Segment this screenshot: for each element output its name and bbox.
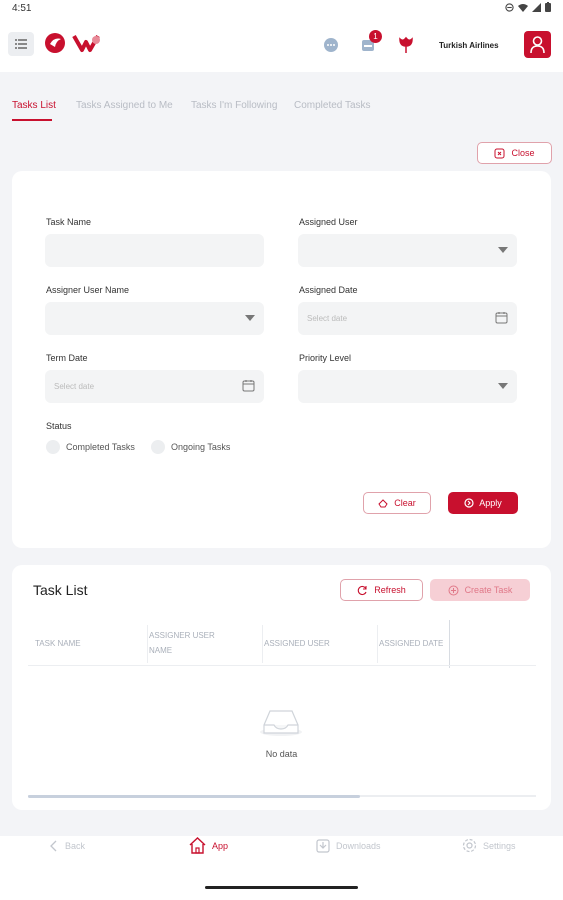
column-separator bbox=[147, 625, 148, 663]
status-completed-option[interactable]: Completed Tasks bbox=[46, 440, 135, 454]
status-completed-label: Completed Tasks bbox=[66, 442, 135, 452]
turkish-airlines-logo bbox=[45, 33, 65, 53]
empty-inbox-icon bbox=[260, 710, 302, 736]
assigned-date-label: Assigned Date bbox=[299, 285, 358, 295]
refresh-label: Refresh bbox=[374, 585, 406, 595]
column-header[interactable]: ASSIGNED USER bbox=[264, 636, 330, 651]
assigned-date-picker[interactable]: Select date bbox=[298, 302, 517, 335]
task-tabs: Tasks List Tasks Assigned to Me Tasks I'… bbox=[0, 100, 563, 124]
term-date-label: Term Date bbox=[46, 353, 88, 363]
system-icons bbox=[505, 2, 551, 12]
tab-assigned-to-me[interactable]: Tasks Assigned to Me bbox=[76, 100, 173, 111]
tab-following[interactable]: Tasks I'm Following bbox=[191, 100, 277, 111]
nav-downloads-label: Downloads bbox=[336, 840, 381, 851]
status-time: 4:51 bbox=[12, 3, 32, 14]
task-list-panel: Task List Refresh Create Task TASK NAME … bbox=[12, 565, 551, 810]
tulip-icon[interactable] bbox=[396, 35, 416, 55]
menu-button[interactable] bbox=[8, 32, 34, 56]
term-date-picker[interactable]: Select date bbox=[45, 370, 264, 403]
create-task-label: Create Task bbox=[464, 585, 513, 595]
chevron-down-icon bbox=[498, 247, 508, 253]
wifi-icon bbox=[518, 3, 528, 12]
nav-app[interactable]: App bbox=[189, 837, 228, 854]
close-filter-button[interactable]: Close bbox=[477, 142, 552, 164]
tab-completed[interactable]: Completed Tasks bbox=[294, 100, 371, 111]
notification-badge: 1 bbox=[369, 30, 382, 43]
nav-back[interactable]: Back bbox=[49, 840, 85, 852]
battery-icon bbox=[545, 2, 551, 12]
app-logo bbox=[72, 35, 100, 52]
refresh-icon bbox=[357, 585, 367, 595]
menu-icon bbox=[15, 39, 27, 49]
column-header[interactable]: TASK NAME bbox=[35, 636, 81, 651]
close-filter-icon bbox=[494, 148, 505, 158]
nav-downloads[interactable]: Downloads bbox=[316, 838, 381, 853]
column-separator bbox=[449, 620, 450, 668]
column-header[interactable]: ASSIGNED DATE bbox=[379, 636, 451, 651]
apply-icon bbox=[464, 498, 474, 508]
assigned-date-placeholder: Select date bbox=[307, 314, 348, 323]
apply-label: Apply bbox=[479, 498, 502, 508]
nav-settings[interactable]: Settings bbox=[462, 838, 516, 853]
empty-state-text: No data bbox=[265, 749, 298, 759]
status-ongoing-option[interactable]: Ongoing Tasks bbox=[151, 440, 230, 454]
tab-tasks-list[interactable]: Tasks List bbox=[12, 100, 56, 111]
nav-settings-label: Settings bbox=[483, 840, 516, 851]
table-header-divider bbox=[28, 665, 536, 666]
term-date-placeholder: Select date bbox=[54, 382, 95, 391]
signal-icon bbox=[532, 2, 541, 12]
nav-app-label: App bbox=[212, 840, 229, 851]
horizontal-scrollbar-thumb[interactable] bbox=[28, 795, 360, 798]
priority-level-label: Priority Level bbox=[299, 353, 352, 363]
download-icon bbox=[316, 839, 330, 853]
nav-back-label: Back bbox=[65, 841, 86, 851]
gear-icon bbox=[462, 838, 477, 853]
create-task-button[interactable]: Create Task bbox=[430, 579, 530, 601]
plus-circle-icon bbox=[448, 585, 459, 595]
dnd-icon bbox=[505, 2, 514, 12]
task-list-title: Task List bbox=[33, 582, 88, 598]
chat-icon[interactable] bbox=[321, 35, 341, 55]
bottom-navigation: Back App Downloads Settings bbox=[0, 836, 563, 900]
column-separator bbox=[262, 625, 263, 663]
clear-button[interactable]: Clear bbox=[363, 492, 431, 514]
calendar-icon bbox=[495, 312, 508, 324]
user-icon bbox=[530, 36, 545, 53]
task-name-label: Task Name bbox=[46, 217, 92, 227]
apply-button[interactable]: Apply bbox=[448, 492, 518, 514]
calendar-icon bbox=[242, 380, 255, 392]
assigner-user-name-label: Assigner User Name bbox=[46, 285, 130, 295]
company-name: Turkish Airlines bbox=[439, 41, 499, 50]
chevron-down-icon bbox=[498, 383, 508, 389]
assigned-user-label: Assigned User bbox=[299, 217, 358, 227]
assigner-user-name-select[interactable] bbox=[45, 302, 264, 335]
status-bar: 4:51 bbox=[0, 0, 563, 18]
chevron-down-icon bbox=[245, 315, 255, 321]
task-name-input[interactable] bbox=[45, 234, 264, 267]
chevron-left-icon bbox=[50, 840, 57, 852]
radio-button[interactable] bbox=[46, 440, 60, 454]
filter-panel: Task Name Assigned User Assigner User Na… bbox=[12, 171, 551, 548]
status-label: Status bbox=[46, 421, 72, 431]
home-icon bbox=[189, 837, 206, 854]
eraser-icon bbox=[378, 499, 388, 508]
home-indicator[interactable] bbox=[205, 886, 358, 889]
status-ongoing-label: Ongoing Tasks bbox=[171, 442, 231, 452]
refresh-button[interactable]: Refresh bbox=[340, 579, 423, 601]
assigned-user-select[interactable] bbox=[298, 234, 517, 267]
column-header[interactable]: ASSIGNER USER NAME bbox=[149, 628, 239, 658]
priority-level-select[interactable] bbox=[298, 370, 517, 403]
radio-button[interactable] bbox=[151, 440, 165, 454]
clear-label: Clear bbox=[394, 498, 416, 508]
active-tab-indicator bbox=[12, 119, 52, 121]
profile-button[interactable] bbox=[524, 31, 551, 58]
close-label: Close bbox=[511, 148, 535, 158]
top-bar: 1 Turkish Airlines bbox=[0, 18, 563, 72]
column-separator bbox=[377, 625, 378, 663]
